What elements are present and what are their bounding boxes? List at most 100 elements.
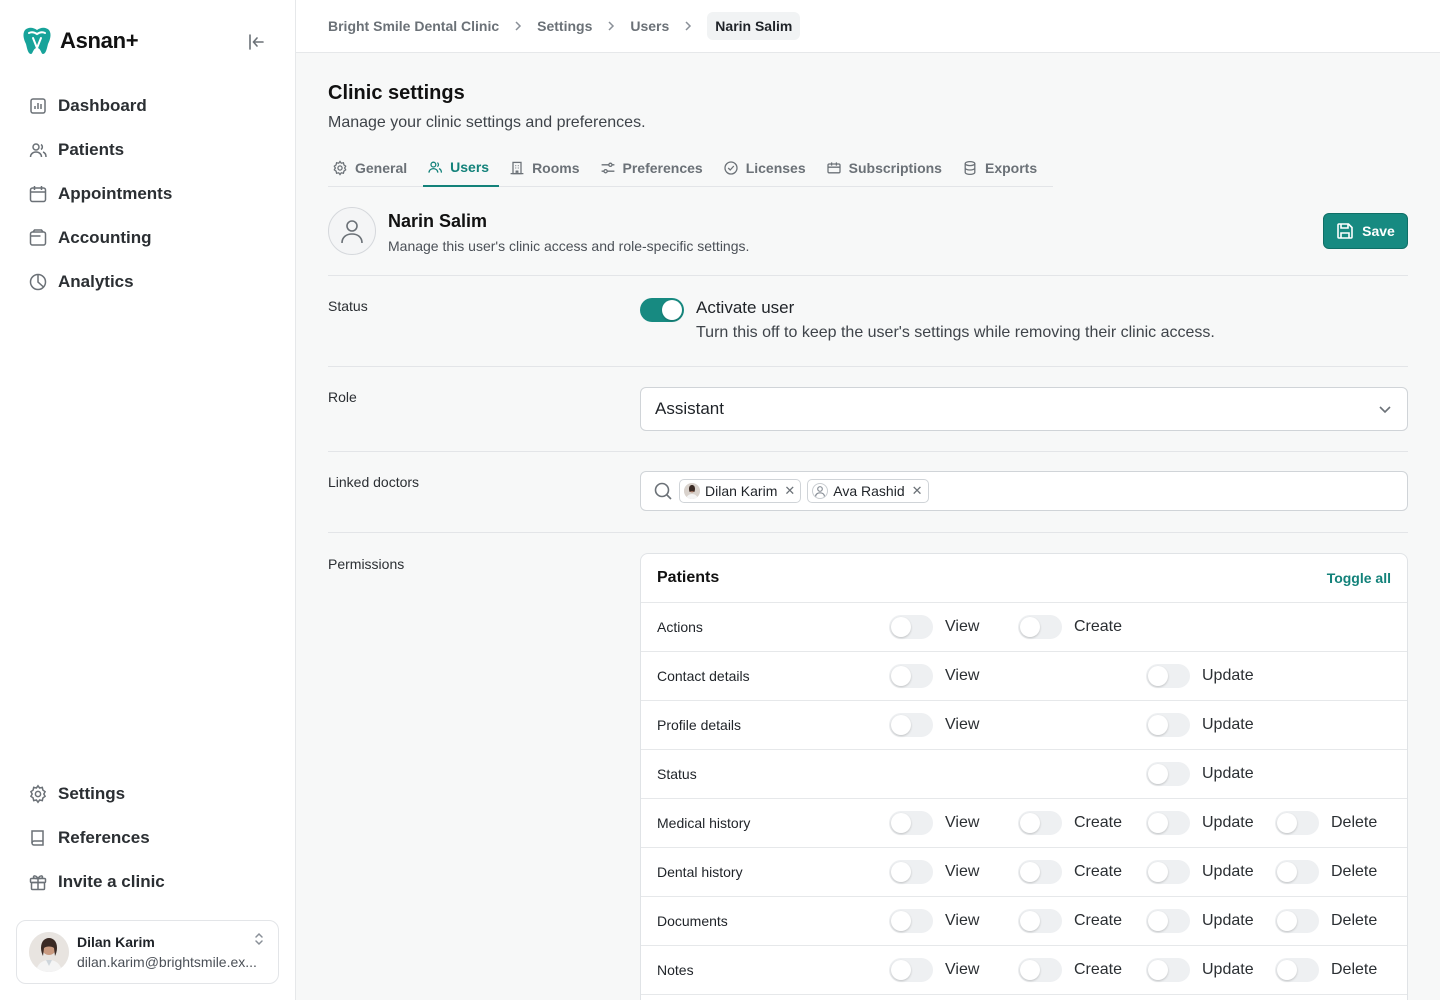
tab-rooms[interactable]: Rooms xyxy=(505,149,589,187)
toggle-knob xyxy=(891,911,911,931)
chevron-down-icon xyxy=(1379,406,1391,414)
breadcrumb-users[interactable]: Users xyxy=(630,18,669,34)
activate-user-toggle[interactable] xyxy=(640,298,684,322)
app-logo[interactable]: Asnan+ xyxy=(20,24,139,58)
permission-toggle[interactable] xyxy=(889,664,933,688)
permission-toggle[interactable] xyxy=(1146,909,1190,933)
role-label: Role xyxy=(328,389,357,405)
tab-preferences[interactable]: Preferences xyxy=(596,149,713,187)
permission-toggle[interactable] xyxy=(1275,909,1319,933)
tab-licenses[interactable]: Licenses xyxy=(719,149,816,187)
permission-toggle[interactable] xyxy=(1275,860,1319,884)
doctor-chip: Ava Rashid ✕ xyxy=(807,479,929,503)
permission-toggle[interactable] xyxy=(889,909,933,933)
tab-label: Rooms xyxy=(532,160,580,176)
building-icon xyxy=(510,161,524,175)
permission-toggle-label: View xyxy=(945,961,980,978)
permission-toggle-label: Update xyxy=(1202,961,1254,978)
sidebar-item-dashboard[interactable]: Dashboard xyxy=(16,84,280,128)
role-select[interactable]: Assistant xyxy=(640,387,1408,431)
permission-toggle[interactable] xyxy=(1018,615,1062,639)
permission-toggle[interactable] xyxy=(889,615,933,639)
permission-toggle[interactable] xyxy=(1146,762,1190,786)
toggle-knob xyxy=(891,666,911,686)
breadcrumb-settings[interactable]: Settings xyxy=(537,18,592,34)
remove-doctor-icon[interactable]: ✕ xyxy=(784,483,795,499)
permission-row-label: Medical history xyxy=(657,815,751,831)
permission-view-control: View xyxy=(889,909,979,933)
permission-toggle[interactable] xyxy=(1146,860,1190,884)
permission-update-control: Update xyxy=(1146,811,1254,835)
tab-subscriptions[interactable]: Subscriptions xyxy=(822,149,952,187)
tab-exports[interactable]: Exports xyxy=(958,149,1047,187)
permission-toggle-label: View xyxy=(945,912,980,929)
permission-delete-control: Delete xyxy=(1275,909,1377,933)
doctor-chip-label: Dilan Karim xyxy=(705,483,778,499)
gear-icon xyxy=(29,784,47,804)
user-account-switcher[interactable]: Dilan Karim dilan.karim@brightsmile.ex..… xyxy=(16,920,279,984)
permission-toggle[interactable] xyxy=(1275,958,1319,982)
permissions-section: Permissions Patients Toggle all Actions V… xyxy=(328,533,1408,1000)
permission-toggle[interactable] xyxy=(1146,958,1190,982)
permission-toggle[interactable] xyxy=(1146,713,1190,737)
sidebar-item-analytics[interactable]: Analytics xyxy=(16,260,280,304)
sidebar-item-label: Settings xyxy=(58,784,126,803)
collapse-sidebar-button[interactable] xyxy=(244,30,268,54)
toggle-knob xyxy=(1020,862,1040,882)
permission-delete-control: Delete xyxy=(1275,860,1377,884)
permission-toggle-label: Create xyxy=(1074,814,1123,831)
toggle-knob xyxy=(891,617,911,637)
permission-toggle-label: Update xyxy=(1202,863,1254,880)
permission-view-control: View xyxy=(889,713,979,737)
toggle-knob xyxy=(891,862,911,882)
tab-label: Licenses xyxy=(745,160,806,176)
permission-toggle[interactable] xyxy=(889,713,933,737)
permission-toggle[interactable] xyxy=(889,958,933,982)
save-label: Save xyxy=(1362,223,1395,239)
patients-icon xyxy=(29,143,47,158)
permission-toggle[interactable] xyxy=(1146,664,1190,688)
role-value: Assistant xyxy=(655,399,724,418)
tab-label: Users xyxy=(450,159,490,175)
permission-toggle[interactable] xyxy=(1018,958,1062,982)
breadcrumb-clinic[interactable]: Bright Smile Dental Clinic xyxy=(328,18,499,34)
toggle-knob xyxy=(1148,911,1168,931)
sidebar-item-appointments[interactable]: Appointments xyxy=(16,172,280,216)
toggle-knob xyxy=(1277,960,1297,980)
collapse-left-icon xyxy=(249,34,264,50)
save-button[interactable]: Save xyxy=(1323,213,1408,249)
permission-row: Contact details View Update xyxy=(641,652,1407,701)
remove-doctor-icon[interactable]: ✕ xyxy=(912,483,923,499)
permission-toggle[interactable] xyxy=(1146,811,1190,835)
permissions-card: Patients Toggle all Actions View Create Con… xyxy=(640,553,1408,1000)
permission-row: Actions View Create xyxy=(641,603,1407,652)
sidebar-item-references[interactable]: References xyxy=(16,816,280,860)
toggle-all-button[interactable]: Toggle all xyxy=(1327,570,1391,586)
toggle-knob xyxy=(662,300,682,320)
sidebar-item-invite-clinic[interactable]: Invite a clinic xyxy=(16,860,280,904)
chevron-right-icon xyxy=(683,20,693,32)
permission-toggle[interactable] xyxy=(1018,909,1062,933)
linked-doctors-input[interactable]: Dilan Karim ✕ Ava Rashid ✕ xyxy=(640,471,1408,511)
pie-chart-icon xyxy=(29,273,47,291)
permission-row: Profile details View Update xyxy=(641,701,1407,750)
permissions-section-title: Patients xyxy=(657,569,720,586)
permission-toggle[interactable] xyxy=(889,811,933,835)
doctor-chip: Dilan Karim ✕ xyxy=(679,479,802,503)
sidebar: Asnan+ Dashboard Patients Appointments A… xyxy=(0,0,296,1000)
user-avatar xyxy=(328,207,376,255)
sidebar-item-accounting[interactable]: Accounting xyxy=(16,216,280,260)
permission-toggle[interactable] xyxy=(1018,811,1062,835)
sidebar-item-settings[interactable]: Settings xyxy=(16,772,280,816)
toggle-knob xyxy=(1020,617,1040,637)
user-description: Manage this user's clinic access and rol… xyxy=(388,238,750,254)
save-icon xyxy=(1337,223,1353,239)
tab-label: Subscriptions xyxy=(848,160,942,176)
tab-users[interactable]: Users xyxy=(423,149,500,187)
sidebar-item-patients[interactable]: Patients xyxy=(16,128,280,172)
permission-toggle[interactable] xyxy=(1275,811,1319,835)
tab-general[interactable]: General xyxy=(328,149,417,187)
permission-toggle[interactable] xyxy=(889,860,933,884)
tab-label: Exports xyxy=(984,160,1038,176)
permission-toggle[interactable] xyxy=(1018,860,1062,884)
